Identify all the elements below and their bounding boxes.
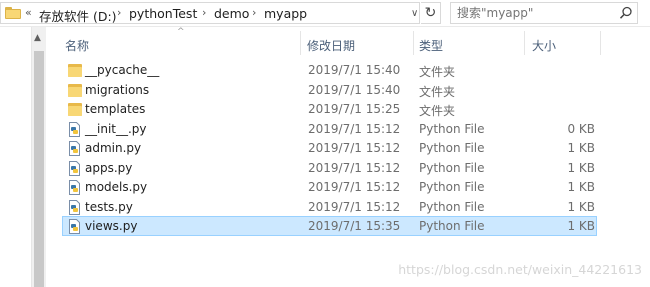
list-item[interactable]: apps.py 2019/7/1 15:12 Python File 1 KB	[62, 158, 597, 178]
file-name: migrations	[85, 83, 150, 97]
file-date: 2019/7/1 15:12	[308, 122, 401, 136]
search-icon[interactable]	[619, 6, 633, 20]
file-size: 1 KB	[567, 161, 595, 175]
breadcrumb-separator[interactable]: ›	[252, 6, 256, 19]
address-dropdown-icon[interactable]: ∨	[411, 8, 418, 19]
python-file-icon	[69, 180, 80, 195]
folder-icon	[68, 84, 82, 97]
breadcrumb-pythontest[interactable]: pythonTest	[129, 6, 197, 21]
file-size: 1 KB	[567, 141, 595, 155]
list-item-selected[interactable]: views.py 2019/7/1 15:35 Python File 1 KB	[62, 216, 597, 236]
breadcrumb-overflow[interactable]: «	[25, 6, 32, 19]
file-type: Python File	[419, 180, 485, 194]
list-item[interactable]: migrations 2019/7/1 15:40 文件夹	[62, 80, 597, 100]
folder-icon	[68, 103, 82, 116]
file-type: Python File	[419, 219, 485, 233]
python-file-icon	[69, 161, 80, 176]
file-date: 2019/7/1 15:12	[308, 180, 401, 194]
list-item[interactable]: __init__.py 2019/7/1 15:12 Python File 0…	[62, 119, 597, 139]
search-input[interactable]	[457, 6, 607, 20]
column-type[interactable]: 类型	[414, 27, 524, 59]
breadcrumb-drive[interactable]: 存放软件 (D:)	[39, 6, 117, 25]
file-date: 2019/7/1 15:40	[308, 63, 401, 77]
file-date: 2019/7/1 15:12	[308, 161, 401, 175]
file-name: __pycache__	[85, 63, 160, 77]
file-size: 1 KB	[567, 180, 595, 194]
folder-icon	[5, 7, 21, 19]
watermark: https://blog.csdn.net/weixin_44221613	[398, 262, 642, 277]
scrollbar-thumb[interactable]	[34, 51, 44, 287]
address-bar[interactable]: « 存放软件 (D:) › pythonTest › demo › myapp …	[0, 2, 420, 24]
breadcrumb-separator[interactable]: ›	[117, 6, 121, 19]
folder-icon	[68, 64, 82, 77]
file-size: 1 KB	[567, 219, 595, 233]
navigation-scrollbar[interactable]: ▲	[31, 27, 46, 287]
sort-ascending-icon: ^	[177, 27, 185, 37]
file-type: 文件夹	[419, 104, 456, 118]
python-file-icon	[69, 141, 80, 156]
column-name-label: 名称	[65, 39, 90, 53]
breadcrumb-demo[interactable]: demo	[214, 6, 249, 21]
breadcrumb-myapp[interactable]: myapp	[264, 6, 307, 21]
column-size[interactable]: 大小	[525, 27, 600, 59]
search-box[interactable]	[450, 2, 638, 24]
file-type: 文件夹	[419, 65, 456, 79]
list-item[interactable]: admin.py 2019/7/1 15:12 Python File 1 KB	[62, 138, 597, 158]
list-item[interactable]: models.py 2019/7/1 15:12 Python File 1 K…	[62, 177, 597, 197]
file-date: 2019/7/1 15:12	[308, 200, 401, 214]
column-type-label: 类型	[419, 39, 444, 53]
file-date: 2019/7/1 15:40	[308, 83, 401, 97]
file-type: Python File	[419, 200, 485, 214]
file-type: Python File	[419, 122, 485, 136]
column-header: ^ 名称 修改日期 类型 大小	[47, 27, 602, 59]
column-date[interactable]: 修改日期	[301, 27, 413, 59]
file-type: 文件夹	[419, 85, 456, 99]
file-date: 2019/7/1 15:12	[308, 141, 401, 155]
toolbar: « 存放软件 (D:) › pythonTest › demo › myapp …	[0, 0, 650, 27]
file-name: __init__.py	[85, 122, 147, 136]
file-size: 0 KB	[567, 122, 595, 136]
column-date-label: 修改日期	[307, 39, 356, 53]
file-name: templates	[85, 102, 146, 116]
file-type: Python File	[419, 141, 485, 155]
list-item[interactable]: tests.py 2019/7/1 15:12 Python File 1 KB	[62, 197, 597, 217]
column-name[interactable]: ^ 名称	[47, 27, 300, 59]
list-item[interactable]: templates 2019/7/1 15:25 文件夹	[62, 99, 597, 119]
file-date: 2019/7/1 15:25	[308, 102, 401, 116]
breadcrumb-separator[interactable]: ›	[202, 6, 206, 19]
refresh-icon: ↻	[424, 5, 437, 21]
file-date: 2019/7/1 15:35	[308, 219, 401, 233]
column-divider[interactable]	[600, 31, 601, 55]
scroll-up-icon[interactable]: ▲	[34, 33, 41, 43]
refresh-button[interactable]: ↻	[421, 2, 441, 24]
python-file-icon	[69, 219, 80, 234]
file-name: admin.py	[85, 141, 142, 155]
file-name: views.py	[85, 219, 138, 233]
file-name: apps.py	[85, 161, 133, 175]
file-size: 1 KB	[567, 200, 595, 214]
list-item[interactable]: __pycache__ 2019/7/1 15:40 文件夹	[62, 60, 597, 80]
file-type: Python File	[419, 161, 485, 175]
column-size-label: 大小	[532, 39, 557, 53]
file-name: models.py	[85, 180, 148, 194]
file-name: tests.py	[85, 200, 133, 214]
python-file-icon	[69, 200, 80, 215]
python-file-icon	[69, 122, 80, 137]
